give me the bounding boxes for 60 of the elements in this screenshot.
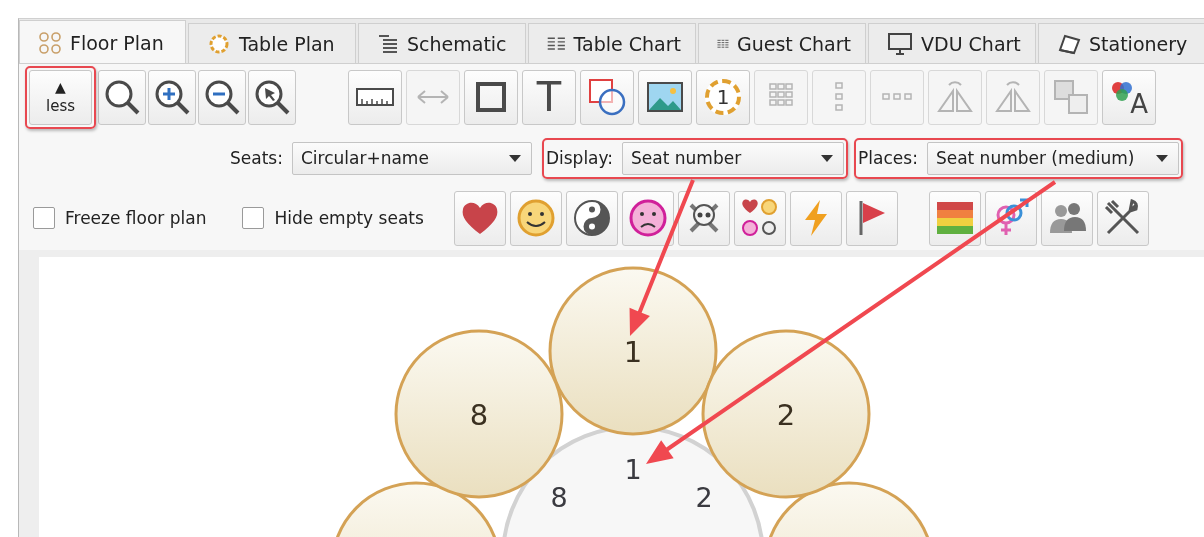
tag-button[interactable] — [621, 190, 674, 246]
shapes-icon — [587, 77, 627, 117]
place-number: 1 — [624, 454, 642, 485]
seat-number: 2 — [776, 398, 796, 432]
tool-button[interactable] — [464, 69, 518, 125]
caret-icon — [508, 154, 521, 162]
tag-button[interactable] — [1096, 190, 1149, 246]
option-label: Places: — [858, 148, 918, 168]
checkbox[interactable] — [33, 207, 55, 229]
tool-button[interactable] — [348, 69, 402, 125]
tool-button[interactable] — [248, 69, 296, 125]
overlap-squares-icon — [1051, 77, 1091, 117]
tool-button[interactable] — [98, 69, 146, 125]
checkbox-label: Freeze floor plan — [65, 208, 207, 228]
tool-button[interactable] — [580, 69, 634, 125]
tab[interactable]: Floor Plan — [19, 20, 186, 63]
option-label: Seats: — [230, 148, 283, 168]
tool-button[interactable] — [198, 69, 246, 125]
checkbox[interactable] — [242, 207, 265, 229]
tag-button[interactable] — [928, 190, 981, 246]
place-number: 2 — [695, 482, 713, 513]
tool-button[interactable]: 1 — [696, 69, 750, 125]
dropdown[interactable]: Circular+name — [291, 141, 532, 175]
tool-button[interactable]: A — [1102, 69, 1156, 125]
tag-button[interactable] — [984, 190, 1037, 246]
tool-button[interactable] — [148, 69, 196, 125]
tag-button[interactable] — [677, 190, 730, 246]
tag-button[interactable] — [453, 190, 506, 246]
text-tool-glyph: T — [536, 77, 562, 117]
seat-number: 8 — [469, 398, 489, 432]
dot-row-icon — [882, 93, 912, 101]
tool-button[interactable]: T — [522, 69, 576, 125]
tab[interactable]: Schematic — [358, 23, 526, 63]
caret-icon — [821, 154, 834, 162]
tag-button[interactable] — [1040, 190, 1093, 246]
tab[interactable]: Guest Chart — [698, 23, 866, 63]
option-label: Display: — [545, 148, 614, 168]
tag-icon — [1057, 32, 1081, 55]
tag-button[interactable] — [845, 190, 898, 246]
less-button[interactable]: ▲ less — [29, 69, 92, 125]
callout-frame — [25, 65, 96, 129]
dot-column-icon — [835, 82, 843, 112]
numbered-gear-icon: 1 — [705, 79, 741, 115]
lines-icon — [377, 32, 399, 55]
dropdown[interactable]: Seat number — [622, 141, 845, 175]
seat-number: 1 — [623, 335, 643, 369]
dropdown[interactable]: Seat number (medium) — [926, 141, 1179, 175]
tag-button[interactable] — [509, 190, 562, 246]
tag-button[interactable] — [733, 190, 786, 246]
tab[interactable]: VDU Chart — [868, 23, 1036, 63]
tab[interactable]: Table Plan — [188, 23, 356, 63]
rings-icon — [38, 30, 62, 55]
tag-button[interactable] — [565, 190, 618, 246]
tab[interactable]: Table Chart — [528, 23, 696, 63]
tool-button[interactable] — [638, 69, 692, 125]
place-number: 8 — [550, 482, 568, 513]
caret-icon — [1155, 154, 1168, 162]
checkbox-label: Hide empty seats — [274, 208, 424, 228]
tab[interactable]: Stationery — [1038, 23, 1204, 63]
monitor-icon — [887, 31, 913, 56]
